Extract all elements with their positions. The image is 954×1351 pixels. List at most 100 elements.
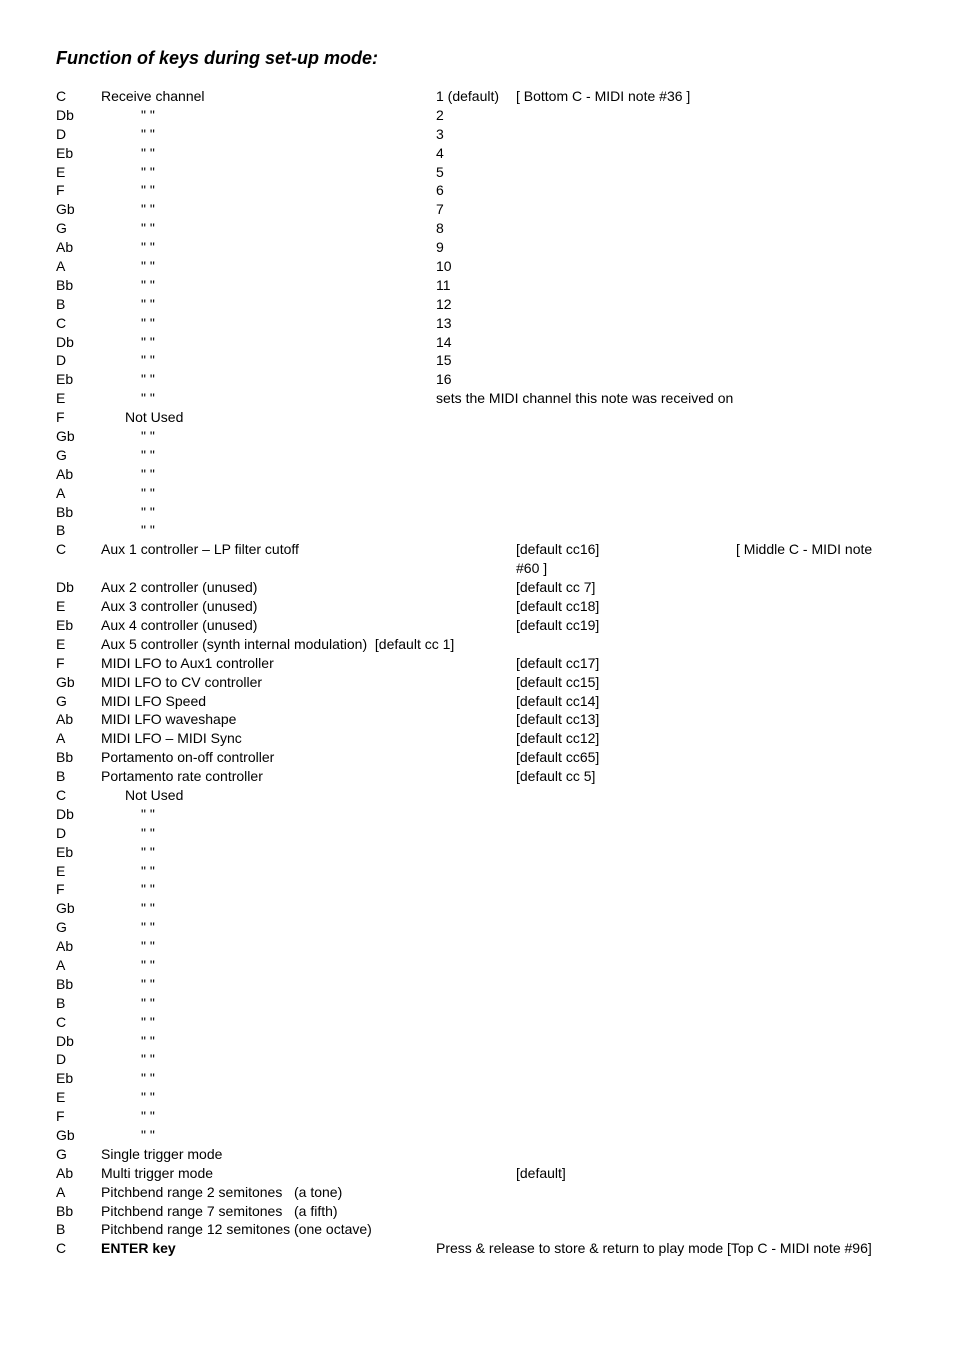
key-cell: Ab [56, 238, 101, 257]
value-cell [436, 729, 516, 748]
function-cell: " " [101, 994, 436, 1013]
extra-cell: [default cc16][ Middle C - MIDI note #60… [516, 540, 898, 578]
value-cell: 2 [436, 106, 516, 125]
key-cell: D [56, 824, 101, 843]
table-row: B" "12 [56, 295, 898, 314]
table-row: Ab" " [56, 465, 898, 484]
key-cell: A [56, 1183, 101, 1202]
key-cell: Bb [56, 748, 101, 767]
extra-cell: [default cc14] [516, 692, 898, 711]
value-cell [436, 1069, 516, 1088]
table-row: E" "sets the MIDI channel this note was … [56, 389, 898, 408]
key-cell: Eb [56, 1069, 101, 1088]
key-cell: C [56, 87, 101, 106]
key-cell: B [56, 295, 101, 314]
extra-cell [516, 1032, 898, 1051]
value-cell [436, 484, 516, 503]
table-row: Gb" " [56, 1126, 898, 1145]
value-cell [436, 994, 516, 1013]
extra-cell [516, 181, 898, 200]
extra-cell [516, 824, 898, 843]
key-cell: A [56, 729, 101, 748]
value-cell: 5 [436, 163, 516, 182]
key-cell: D [56, 351, 101, 370]
function-cell: " " [101, 427, 436, 446]
key-cell: Gb [56, 1126, 101, 1145]
extra-cell [516, 125, 898, 144]
key-cell: Ab [56, 710, 101, 729]
function-cell: " " [101, 200, 436, 219]
function-cell: " " [101, 1013, 436, 1032]
extra-cell [516, 1050, 898, 1069]
value-cell: 10 [436, 257, 516, 276]
function-cell: Portamento on-off controller [101, 748, 436, 767]
key-cell: B [56, 994, 101, 1013]
function-cell: " " [101, 880, 436, 899]
function-cell: Pitchbend range 12 semitones (one octave… [101, 1220, 898, 1239]
key-cell: Bb [56, 276, 101, 295]
value-cell [436, 540, 516, 578]
extra-cell [516, 351, 898, 370]
table-row: G" " [56, 446, 898, 465]
key-cell: G [56, 219, 101, 238]
value-cell: 14 [436, 333, 516, 352]
key-cell: A [56, 484, 101, 503]
extra-cell: [default cc19] [516, 616, 898, 635]
key-cell: C [56, 540, 101, 578]
table-row: E" "5 [56, 163, 898, 182]
table-row: BbPitchbend range 7 semitones (a fifth) [56, 1202, 898, 1221]
extra-cell [516, 106, 898, 125]
key-cell: E [56, 635, 101, 654]
function-cell: " " [101, 975, 436, 994]
table-row: C" "13 [56, 314, 898, 333]
table-row: E" " [56, 1088, 898, 1107]
function-cell: " " [101, 276, 436, 295]
value-cell [436, 427, 516, 446]
key-cell: Ab [56, 937, 101, 956]
extra-cell [516, 937, 898, 956]
table-row: Eb" " [56, 843, 898, 862]
value-cell [436, 767, 516, 786]
function-cell: MIDI LFO – MIDI Sync [101, 729, 436, 748]
table-row: GSingle trigger mode [56, 1145, 898, 1164]
value-cell [436, 1032, 516, 1051]
function-cell: " " [101, 1088, 436, 1107]
table-row: F" " [56, 880, 898, 899]
key-cell: Eb [56, 144, 101, 163]
value-cell: 13 [436, 314, 516, 333]
extra-cell: [default cc65] [516, 748, 898, 767]
value-cell [436, 956, 516, 975]
extra-cell [516, 843, 898, 862]
value-cell [436, 673, 516, 692]
value-cell [436, 786, 516, 805]
extra-cell [516, 408, 898, 427]
table-row: C" " [56, 1013, 898, 1032]
value-cell [436, 654, 516, 673]
function-cell: MIDI LFO to CV controller [101, 673, 436, 692]
key-cell: D [56, 1050, 101, 1069]
key-cell: A [56, 956, 101, 975]
extra-cell [516, 370, 898, 389]
key-cell: G [56, 1145, 101, 1164]
table-row: Eb" "16 [56, 370, 898, 389]
table-row: Db" "14 [56, 333, 898, 352]
key-cell: G [56, 692, 101, 711]
table-row: AMIDI LFO – MIDI Sync[default cc12] [56, 729, 898, 748]
key-cell: F [56, 880, 101, 899]
extra-cell: [default cc17] [516, 654, 898, 673]
extra-cell [516, 333, 898, 352]
function-cell: " " [101, 484, 436, 503]
function-cell: Aux 4 controller (unused) [101, 616, 436, 635]
table-row: Bb" " [56, 503, 898, 522]
table-row: A" "10 [56, 257, 898, 276]
value-cell: 9 [436, 238, 516, 257]
extra-cell [516, 238, 898, 257]
value-cell: 16 [436, 370, 516, 389]
extra-cell [516, 314, 898, 333]
value-cell [436, 1126, 516, 1145]
key-cell: E [56, 862, 101, 881]
function-cell: " " [101, 333, 436, 352]
extra-cell [516, 1088, 898, 1107]
table-row: GbMIDI LFO to CV controller[default cc15… [56, 673, 898, 692]
value-cell [436, 937, 516, 956]
